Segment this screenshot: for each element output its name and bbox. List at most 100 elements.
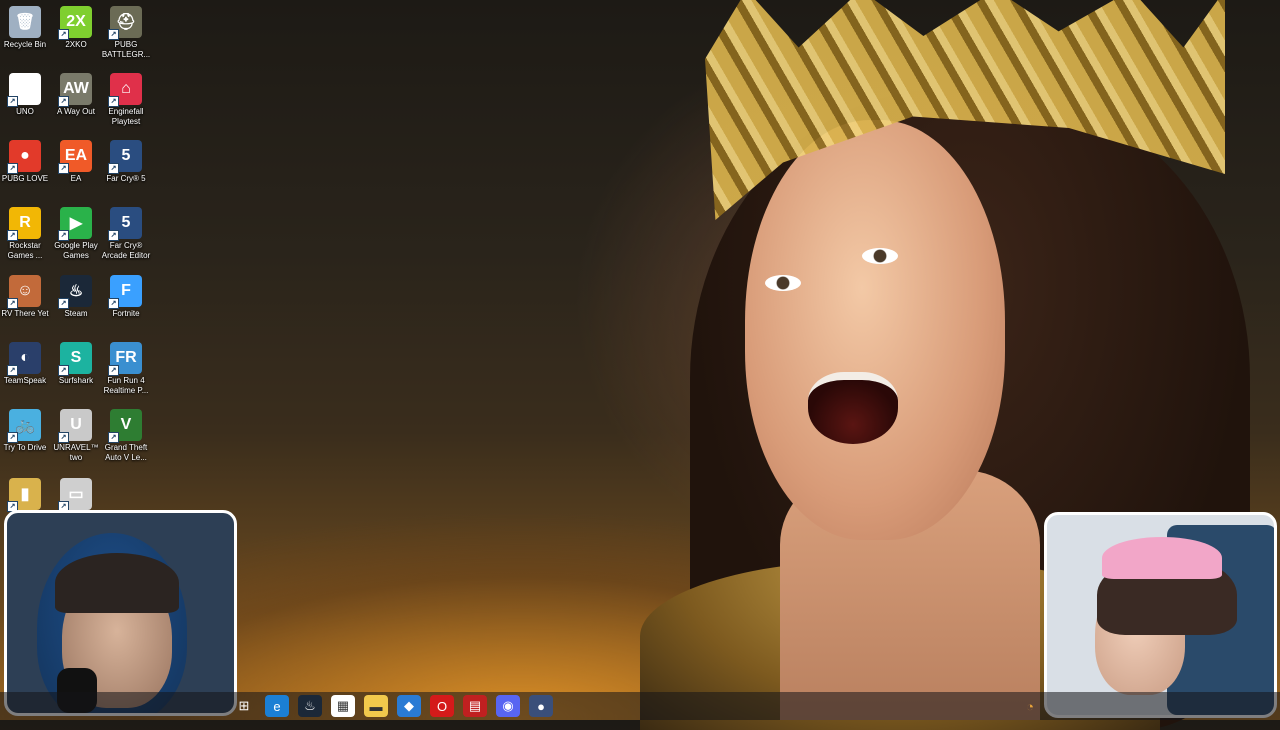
file-icon: ↗ [7, 73, 41, 107]
ea-icon: EA ↗ [58, 140, 92, 174]
taskbar-pinned-apps: ⊞ e ♨ ▦ ▬ ◆ O ▤ ◉ ● [232, 692, 553, 720]
2xko-icon: 2X ↗ [58, 6, 92, 40]
shortcut-arrow-icon: ↗ [58, 298, 69, 309]
desktop-icon-label: A Way Out [57, 107, 95, 116]
desktop-icon[interactable]: ◐ ↗ TeamSpeak [0, 342, 50, 386]
desktop-icon-label: RV There Yet [1, 309, 49, 318]
a-way-out-icon: AW ↗ [58, 73, 92, 107]
gta-v-icon: V ↗ [108, 409, 142, 443]
enginefall-icon: ⌂ ↗ [108, 73, 142, 107]
desktop-icon[interactable]: V ↗ Grand Theft Auto V Le... [101, 409, 151, 463]
wallpaper-mouth [808, 372, 898, 444]
shortcut-arrow-icon: ↗ [58, 365, 69, 376]
desktop-icon-label: PUBG LOVE [1, 174, 49, 183]
opera-icon[interactable]: O [430, 695, 454, 717]
discord-icon[interactable]: ◉ [496, 695, 520, 717]
desktop-icon-label: Enginefall Playtest [108, 107, 144, 126]
desktop-icon-label: PUBG BATTLEGR... [101, 40, 151, 59]
shortcut-arrow-icon: ↗ [58, 96, 69, 107]
desktop-icon-label: Fun Run 4 Realtime P... [103, 376, 149, 395]
desktop-icon-label: Google Play Games [54, 241, 98, 260]
steam-icon: ♨ ↗ [58, 275, 92, 309]
shortcut-arrow-icon: ↗ [108, 432, 119, 443]
rockstar-icon: R ↗ [7, 207, 41, 241]
teamspeak-taskbar-icon[interactable]: ● [529, 695, 553, 717]
desktop-icon-label: TeamSpeak [3, 376, 47, 385]
desktop-icon[interactable]: ▶ ↗ Google Play Games [51, 207, 101, 261]
desktop-icon[interactable]: U ↗ UNRAVEL™ two [51, 409, 101, 463]
desktop-icon[interactable]: 🗑 Recycle Bin [0, 6, 50, 50]
try-to-drive-icon: 🚲 ↗ [7, 409, 41, 443]
desktop-icon-label: Steam [64, 309, 88, 318]
shortcut-arrow-icon: ↗ [7, 230, 18, 241]
shortcut-arrow-icon: ↗ [7, 96, 18, 107]
archive-icon: ▮ ↗ [7, 478, 41, 512]
pubg-icon: ⛑ ↗ [108, 6, 142, 40]
fortnite-icon: F ↗ [108, 275, 142, 309]
desktop-icon[interactable]: R ↗ Rockstar Games ... [0, 207, 50, 261]
desktop-icon[interactable]: ▭ ↗ [51, 478, 101, 512]
app-icon[interactable]: ◆ [397, 695, 421, 717]
desktop-icon-label: Far Cry® 5 [106, 174, 146, 183]
video-app-icon[interactable]: ▤ [463, 695, 487, 717]
fun-run-4-icon: FR ↗ [108, 342, 142, 376]
desktop-icon-label: UNRAVEL™ two [53, 443, 99, 462]
shortcut-arrow-icon: ↗ [108, 96, 119, 107]
far-cry-arcade-icon: 5 ↗ [108, 207, 142, 241]
shortcut-arrow-icon: ↗ [7, 432, 18, 443]
shortcut-arrow-icon: ↗ [58, 230, 69, 241]
edge-icon[interactable]: e [265, 695, 289, 717]
desktop-icon[interactable]: ⛑ ↗ PUBG BATTLEGR... [101, 6, 151, 60]
desktop-icon-label: Surfshark [58, 376, 94, 385]
teamspeak-icon: ◐ ↗ [7, 342, 41, 376]
webcam-right [1044, 512, 1277, 718]
desktop-icon[interactable]: F ↗ Fortnite [101, 275, 151, 319]
desktop-icon-label: 2XKO [65, 40, 87, 49]
desktop-icon[interactable]: EA ↗ EA [51, 140, 101, 184]
calendar-app-icon[interactable]: ▦ [331, 695, 355, 717]
desktop-icon[interactable]: 🚲 ↗ Try To Drive [0, 409, 50, 453]
wallpaper-left-eye [765, 275, 801, 291]
unravel-two-icon: U ↗ [58, 409, 92, 443]
desktop-icon[interactable]: ⌂ ↗ Enginefall Playtest [101, 73, 151, 127]
wallpaper-right-eye [862, 248, 898, 264]
pink-headset [1102, 537, 1222, 579]
drive-icon: ▭ ↗ [58, 478, 92, 512]
steam-taskbar-icon[interactable]: ♨ [298, 695, 322, 717]
shortcut-arrow-icon: ↗ [108, 365, 119, 376]
shortcut-arrow-icon: ↗ [58, 29, 69, 40]
task-view-icon[interactable]: ⊞ [232, 695, 256, 717]
desktop-icon-label: EA [70, 174, 82, 183]
shortcut-arrow-icon: ↗ [108, 230, 119, 241]
desktop-icon-label: Far Cry® Arcade Editor [101, 241, 151, 260]
shortcut-arrow-icon: ↗ [58, 432, 69, 443]
file-explorer-icon[interactable]: ▬ [364, 695, 388, 717]
desktop-icon[interactable]: ☺ ↗ RV There Yet [0, 275, 50, 319]
far-cry-5-icon: 5 ↗ [108, 140, 142, 174]
pubg-love-icon: ● ↗ [7, 140, 41, 174]
desktop-icon[interactable]: 2X ↗ 2XKO [51, 6, 101, 50]
desktop-icon[interactable]: ● ↗ PUBG LOVE [0, 140, 50, 184]
shortcut-arrow-icon: ↗ [108, 298, 119, 309]
desktop-icon[interactable]: ▮ ↗ [0, 478, 50, 512]
desktop-icon-label: Grand Theft Auto V Le... [104, 443, 148, 462]
desktop-icon-label: Recycle Bin [3, 40, 47, 49]
desktop-icon[interactable]: ♨ ↗ Steam [51, 275, 101, 319]
desktop-icon[interactable]: AW ↗ A Way Out [51, 73, 101, 117]
desktop-icon[interactable]: S ↗ Surfshark [51, 342, 101, 386]
desktop-icon[interactable]: 5 ↗ Far Cry® Arcade Editor [101, 207, 151, 261]
shortcut-arrow-icon: ↗ [7, 365, 18, 376]
desktop-icon[interactable]: ↗ UNO [0, 73, 50, 117]
rv-there-yet-icon: ☺ ↗ [7, 275, 41, 309]
shortcut-arrow-icon: ↗ [108, 163, 119, 174]
desktop-icon[interactable]: 5 ↗ Far Cry® 5 [101, 140, 151, 184]
wallpaper-face [745, 120, 1005, 540]
recycle-bin-icon: 🗑 [9, 6, 41, 38]
chrome-tray-icon[interactable]: ◔ [1018, 695, 1042, 717]
desktop-icon[interactable]: FR ↗ Fun Run 4 Realtime P... [101, 342, 151, 396]
desktop-icon-label: Rockstar Games ... [7, 241, 43, 260]
shortcut-arrow-icon: ↗ [108, 29, 119, 40]
surfshark-icon: S ↗ [58, 342, 92, 376]
desktop-icon-label: Try To Drive [3, 443, 47, 452]
shortcut-arrow-icon: ↗ [7, 298, 18, 309]
